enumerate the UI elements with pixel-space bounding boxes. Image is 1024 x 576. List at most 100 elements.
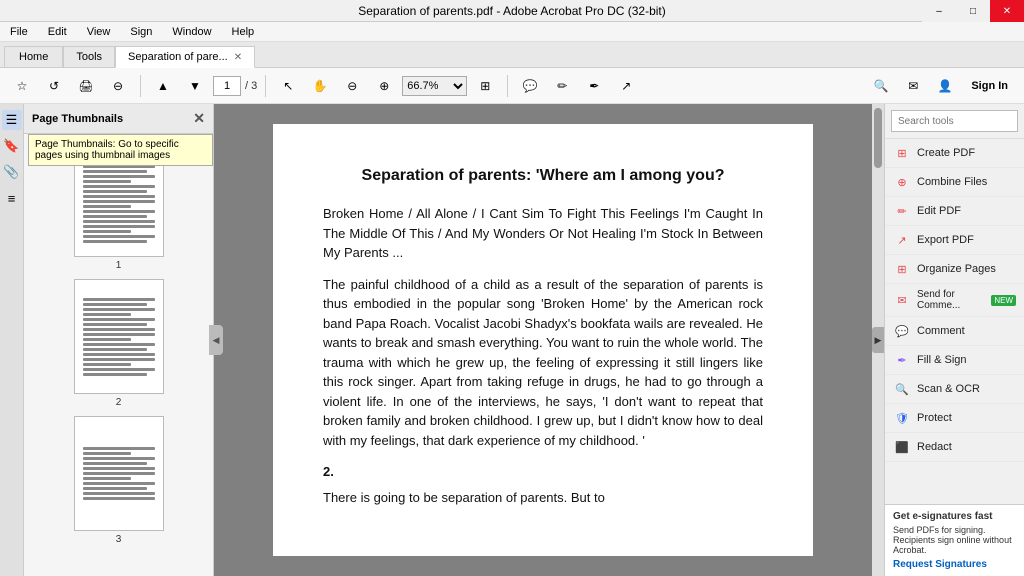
page-total: / 3 bbox=[245, 80, 257, 92]
message-toolbar-button[interactable]: ✉ bbox=[899, 72, 927, 100]
tool-export-pdf-label: Export PDF bbox=[917, 234, 974, 246]
thumbnails-sidebar-icon[interactable]: ☰ bbox=[2, 110, 22, 130]
thumb-line bbox=[83, 308, 155, 311]
thumbnail-label-1: 1 bbox=[116, 260, 122, 271]
document-scrollbar-thumb[interactable] bbox=[874, 108, 882, 168]
tool-organize-pages[interactable]: ⊞ Organize Pages bbox=[885, 255, 1024, 284]
close-button[interactable]: ✕ bbox=[990, 0, 1024, 22]
zoom-out-button[interactable]: ⊖ bbox=[338, 72, 366, 100]
thumb-line bbox=[83, 195, 155, 198]
tool-combine-files[interactable]: ⊕ Combine Files bbox=[885, 168, 1024, 197]
expand-right-panel-button[interactable]: ▶ bbox=[872, 327, 884, 353]
toolbar: ☆ ↺ 🖨 ⊖ ▲ ▼ / 3 ↖ ✋ ⊖ ⊕ 66.7% ⊞ 💬 ✏ ✒ ↗ … bbox=[0, 68, 1024, 104]
toolbar-separator-3 bbox=[507, 75, 508, 97]
send-comment-icon: ✉ bbox=[893, 291, 911, 309]
thumb-line bbox=[83, 318, 155, 321]
share-toolbar-button[interactable]: ↗ bbox=[612, 72, 640, 100]
toolbar-next-page-button[interactable]: ▼ bbox=[181, 72, 209, 100]
thumb-line bbox=[83, 313, 131, 316]
tooltip: Page Thumbnails: Go to specific pages us… bbox=[28, 134, 213, 166]
menu-window[interactable]: Window bbox=[166, 24, 217, 40]
tool-scan-ocr[interactable]: 🔍 Scan & OCR bbox=[885, 375, 1024, 404]
document-scroll-area[interactable]: Separation of parents: 'Where am I among… bbox=[214, 104, 872, 576]
document-title: Separation of parents: 'Where am I among… bbox=[323, 164, 763, 188]
user-toolbar-button[interactable]: 👤 bbox=[931, 72, 959, 100]
bookmarks-sidebar-icon[interactable]: 🔖 bbox=[2, 136, 22, 156]
menu-file[interactable]: File bbox=[4, 24, 34, 40]
tool-export-pdf[interactable]: ↗ Export PDF bbox=[885, 226, 1024, 255]
thumb-line bbox=[83, 235, 155, 238]
select-tool-button[interactable]: ↖ bbox=[274, 72, 302, 100]
toolbar-star-button[interactable]: ☆ bbox=[8, 72, 36, 100]
thumb-line bbox=[83, 373, 147, 376]
thumb-line bbox=[83, 462, 147, 465]
zoom-select[interactable]: 66.7% bbox=[402, 76, 467, 96]
thumb-line bbox=[83, 180, 131, 183]
tool-comment[interactable]: 💬 Comment bbox=[885, 317, 1024, 346]
toolbar-separator-1 bbox=[140, 75, 141, 97]
toolbar-prev-page-button[interactable]: ▲ bbox=[149, 72, 177, 100]
tool-organize-pages-label: Organize Pages bbox=[917, 263, 996, 275]
tab-tools[interactable]: Tools bbox=[63, 46, 115, 67]
crop-button[interactable]: ⊞ bbox=[471, 72, 499, 100]
maximize-button[interactable]: □ bbox=[956, 0, 990, 22]
tool-fill-sign-label: Fill & Sign bbox=[917, 354, 967, 366]
zoom-in-button[interactable]: ⊕ bbox=[370, 72, 398, 100]
panel-collapse-button[interactable]: ◀ bbox=[209, 325, 223, 355]
combine-files-icon: ⊕ bbox=[893, 173, 911, 191]
comment-toolbar-button[interactable]: 💬 bbox=[516, 72, 544, 100]
thumb-line bbox=[83, 368, 155, 371]
toolbar-zoom-out-small-button[interactable]: ⊖ bbox=[104, 72, 132, 100]
create-pdf-icon: ⊞ bbox=[893, 144, 911, 162]
thumb-line bbox=[83, 323, 147, 326]
search-tools-input[interactable] bbox=[891, 110, 1018, 132]
thumb-line bbox=[83, 225, 155, 228]
tool-edit-pdf[interactable]: ✏ Edit PDF bbox=[885, 197, 1024, 226]
thumb-line bbox=[83, 477, 131, 480]
tool-protect[interactable]: 🛡 Protect bbox=[885, 404, 1024, 433]
layers-sidebar-icon[interactable]: ≡ bbox=[2, 188, 22, 208]
thumb-line bbox=[83, 338, 131, 341]
panel-close-button[interactable]: ✕ bbox=[193, 110, 205, 127]
tool-send-comment[interactable]: ✉ Send for Comme... NEW bbox=[885, 284, 1024, 317]
attachments-sidebar-icon[interactable]: 📎 bbox=[2, 162, 22, 182]
tool-fill-sign[interactable]: ✒ Fill & Sign bbox=[885, 346, 1024, 375]
toolbar-refresh-button[interactable]: ↺ bbox=[40, 72, 68, 100]
thumb-line bbox=[83, 200, 155, 203]
menu-sign[interactable]: Sign bbox=[124, 24, 158, 40]
tool-combine-files-label: Combine Files bbox=[917, 176, 987, 188]
toolbar-print-button[interactable]: 🖨 bbox=[72, 72, 100, 100]
app-title: Separation of parents.pdf - Adobe Acroba… bbox=[358, 4, 666, 18]
icon-sidebar: ☰ 🔖 📎 ≡ bbox=[0, 104, 24, 576]
thumbnail-page-3[interactable]: 3 bbox=[74, 416, 164, 545]
tab-document[interactable]: Separation of pare... ✕ bbox=[115, 46, 255, 68]
page-number-input[interactable] bbox=[213, 76, 241, 96]
tool-create-pdf[interactable]: ⊞ Create PDF bbox=[885, 139, 1024, 168]
document-paragraph-2: The painful childhood of a child as a re… bbox=[323, 275, 763, 451]
tool-redact-label: Redact bbox=[917, 441, 952, 453]
hand-tool-button[interactable]: ✋ bbox=[306, 72, 334, 100]
thumbnail-image-3 bbox=[74, 416, 164, 531]
menu-view[interactable]: View bbox=[81, 24, 117, 40]
tool-comment-label: Comment bbox=[917, 325, 965, 337]
thumb-line bbox=[83, 467, 155, 470]
tool-create-pdf-label: Create PDF bbox=[917, 147, 975, 159]
thumb-line bbox=[83, 492, 155, 495]
pen-toolbar-button[interactable]: ✏ bbox=[548, 72, 576, 100]
request-signatures-link[interactable]: Request Signatures bbox=[893, 559, 1016, 570]
thumb-line bbox=[83, 230, 131, 233]
menu-edit[interactable]: Edit bbox=[42, 24, 73, 40]
sign-in-button[interactable]: Sign In bbox=[963, 80, 1016, 92]
minimize-button[interactable]: – bbox=[922, 0, 956, 22]
signature-toolbar-button[interactable]: ✒ bbox=[580, 72, 608, 100]
organize-pages-icon: ⊞ bbox=[893, 260, 911, 278]
tab-close-button[interactable]: ✕ bbox=[234, 52, 242, 63]
edit-pdf-icon: ✏ bbox=[893, 202, 911, 220]
tab-home[interactable]: Home bbox=[4, 46, 63, 67]
tool-redact[interactable]: ⬛ Redact bbox=[885, 433, 1024, 462]
search-toolbar-button[interactable]: 🔍 bbox=[867, 72, 895, 100]
menu-help[interactable]: Help bbox=[226, 24, 261, 40]
thumbnail-page-2[interactable]: 2 bbox=[74, 279, 164, 408]
thumb-line bbox=[83, 185, 155, 188]
new-badge: NEW bbox=[991, 295, 1016, 306]
